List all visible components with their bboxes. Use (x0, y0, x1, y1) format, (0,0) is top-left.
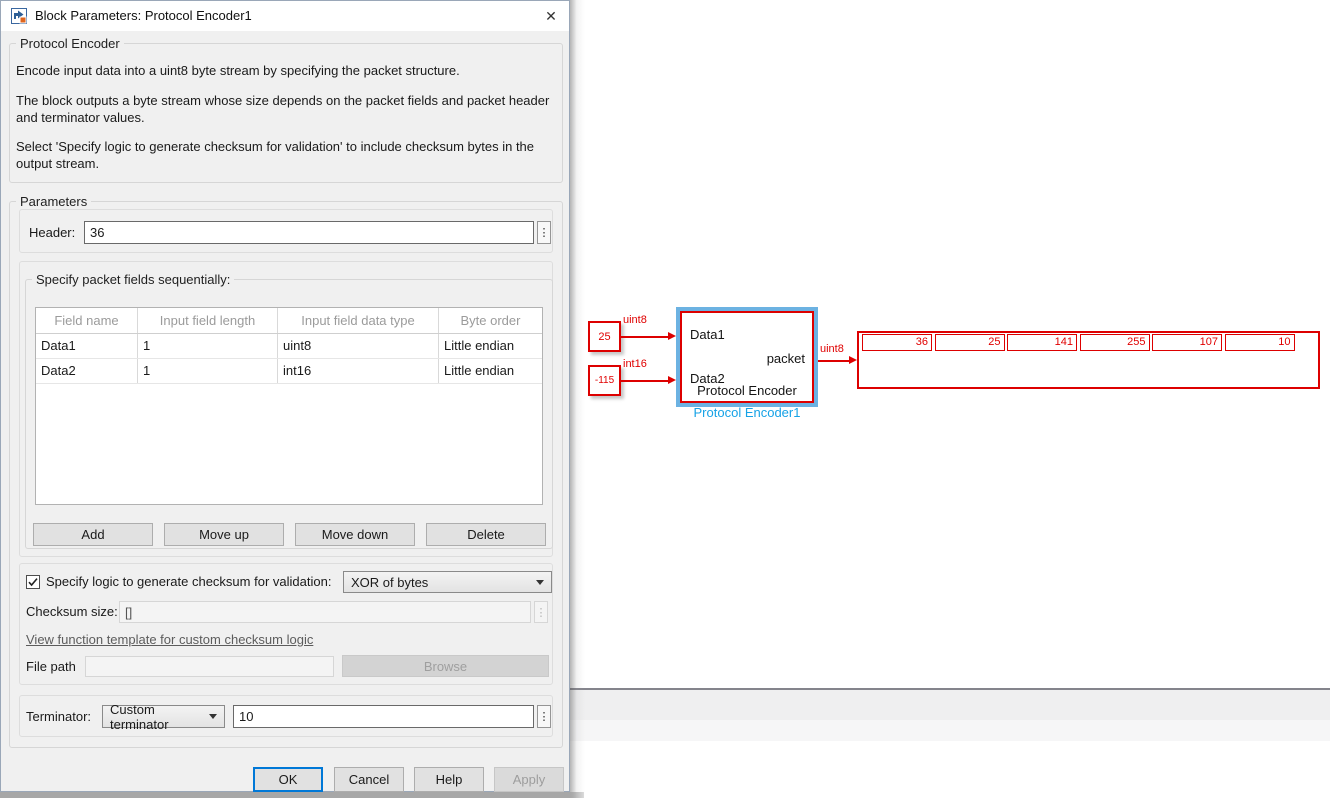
view-template-link[interactable]: View function template for custom checks… (26, 632, 313, 647)
file-path-input[interactable] (85, 656, 334, 677)
display-cell: 255 (1080, 334, 1150, 351)
description-paragraph: The block outputs a byte stream whose si… (16, 92, 561, 126)
checksum-checkbox[interactable] (26, 575, 40, 589)
description-paragraph: Select 'Specify logic to generate checks… (16, 138, 556, 172)
group-title: Protocol Encoder (16, 36, 124, 51)
group-title: Specify packet fields sequentially: (32, 272, 234, 287)
header-edit-button[interactable]: ⋮ (537, 221, 551, 244)
help-button[interactable]: Help (414, 767, 484, 792)
add-button[interactable]: Add (33, 523, 153, 546)
block-name-label[interactable]: Protocol Encoder1 (666, 405, 828, 420)
cell-field-type[interactable]: uint8 (278, 334, 439, 358)
inport-label-data1: Data1 (690, 327, 725, 342)
statusbar-band (570, 690, 1330, 720)
header-input[interactable]: 36 (84, 221, 534, 244)
constant-value: 25 (598, 331, 610, 343)
column-header: Input field data type (278, 308, 439, 333)
header-label: Header: (29, 221, 75, 244)
display-cell: 107 (1152, 334, 1222, 351)
display-cell: 25 (935, 334, 1005, 351)
outport-label-packet: packet (767, 351, 805, 366)
cell-field-name[interactable]: Data2 (36, 359, 138, 383)
move-up-button[interactable]: Move up (164, 523, 284, 546)
cell-field-name[interactable]: Data1 (36, 334, 138, 358)
check-icon (27, 576, 39, 588)
constant-value: -115 (595, 375, 614, 386)
block-parameters-dialog: Block Parameters: Protocol Encoder1 ✕ Pr… (0, 0, 570, 792)
chevron-down-icon (536, 580, 544, 585)
ellipsis-icon: ⋮ (539, 710, 550, 723)
signal-type-label: uint8 (623, 314, 647, 326)
signal-type-label: uint8 (820, 343, 844, 355)
ok-button[interactable]: OK (253, 767, 323, 792)
close-button[interactable]: ✕ (539, 5, 563, 27)
checksum-size-edit-button[interactable]: ⋮ (534, 601, 548, 623)
delete-button[interactable]: Delete (426, 523, 546, 546)
dialog-drop-shadow (0, 792, 584, 798)
chevron-down-icon (209, 714, 217, 719)
column-header: Input field length (138, 308, 278, 333)
apply-button[interactable]: Apply (494, 767, 564, 792)
cell-byte-order[interactable]: Little endian (439, 359, 542, 383)
checksum-checkbox-label: Specify logic to generate checksum for v… (46, 571, 331, 593)
terminator-mode-dropdown[interactable]: Custom terminator (102, 705, 225, 728)
move-down-button[interactable]: Move down (295, 523, 415, 546)
dropdown-value: XOR of bytes (351, 575, 428, 590)
table-row[interactable]: Data2 1 int16 Little endian (36, 359, 542, 384)
group-title: Parameters (16, 194, 91, 209)
display-cell: 36 (862, 334, 932, 351)
terminator-input[interactable]: 10 (233, 705, 534, 728)
display-cell: 10 (1225, 334, 1295, 351)
protocol-encoder-block[interactable]: Data1 Data2 packet Protocol Encoder (680, 311, 814, 403)
model-canvas[interactable]: 25 uint8 -115 int16 Data1 Data2 packet P… (570, 0, 1330, 798)
display-cell: 141 (1007, 334, 1077, 351)
constant-block-25[interactable]: 25 (588, 321, 621, 352)
terminator-edit-button[interactable]: ⋮ (537, 705, 551, 728)
table-row[interactable]: Data1 1 uint8 Little endian (36, 334, 542, 359)
checksum-size-label: Checksum size: (26, 601, 118, 623)
constant-block--115[interactable]: -115 (588, 365, 621, 396)
signal-wire-packet[interactable] (818, 360, 849, 362)
display-block[interactable]: 36 25 141 255 107 10 (857, 331, 1320, 389)
checksum-logic-dropdown[interactable]: XOR of bytes (343, 571, 552, 593)
signal-type-label: int16 (623, 358, 647, 370)
cell-field-length[interactable]: 1 (138, 334, 278, 358)
cell-field-type[interactable]: int16 (278, 359, 439, 383)
taskbar-band (570, 720, 1330, 741)
table-header-row: Field name Input field length Input fiel… (36, 308, 542, 334)
dropdown-value: Custom terminator (110, 702, 209, 732)
ellipsis-icon: ⋮ (536, 606, 547, 619)
dialog-titlebar[interactable]: Block Parameters: Protocol Encoder1 ✕ (1, 1, 569, 31)
column-header: Field name (36, 308, 138, 333)
wire-arrowhead (668, 332, 676, 340)
cell-field-length[interactable]: 1 (138, 359, 278, 383)
cancel-button[interactable]: Cancel (334, 767, 404, 792)
wire-arrowhead (849, 356, 857, 364)
dialog-title: Block Parameters: Protocol Encoder1 (35, 1, 252, 31)
cell-byte-order[interactable]: Little endian (439, 334, 542, 358)
block-type-label: Protocol Encoder (682, 383, 812, 398)
signal-wire-data1[interactable] (620, 336, 668, 338)
packet-fields-table[interactable]: Field name Input field length Input fiel… (35, 307, 543, 505)
close-icon: ✕ (545, 8, 557, 25)
ellipsis-icon: ⋮ (539, 226, 550, 239)
description-paragraph: Encode input data into a uint8 byte stre… (16, 62, 556, 79)
column-header: Byte order (439, 308, 542, 333)
block-description-group: Protocol Encoder Encode input data into … (9, 43, 563, 183)
wire-arrowhead (668, 376, 676, 384)
terminator-label: Terminator: (26, 705, 91, 728)
file-path-label: File path (26, 655, 76, 678)
simulink-block-icon (11, 8, 27, 24)
signal-wire-data2[interactable] (620, 380, 668, 382)
browse-button[interactable]: Browse (342, 655, 549, 677)
checksum-size-input[interactable]: [] (119, 601, 531, 623)
